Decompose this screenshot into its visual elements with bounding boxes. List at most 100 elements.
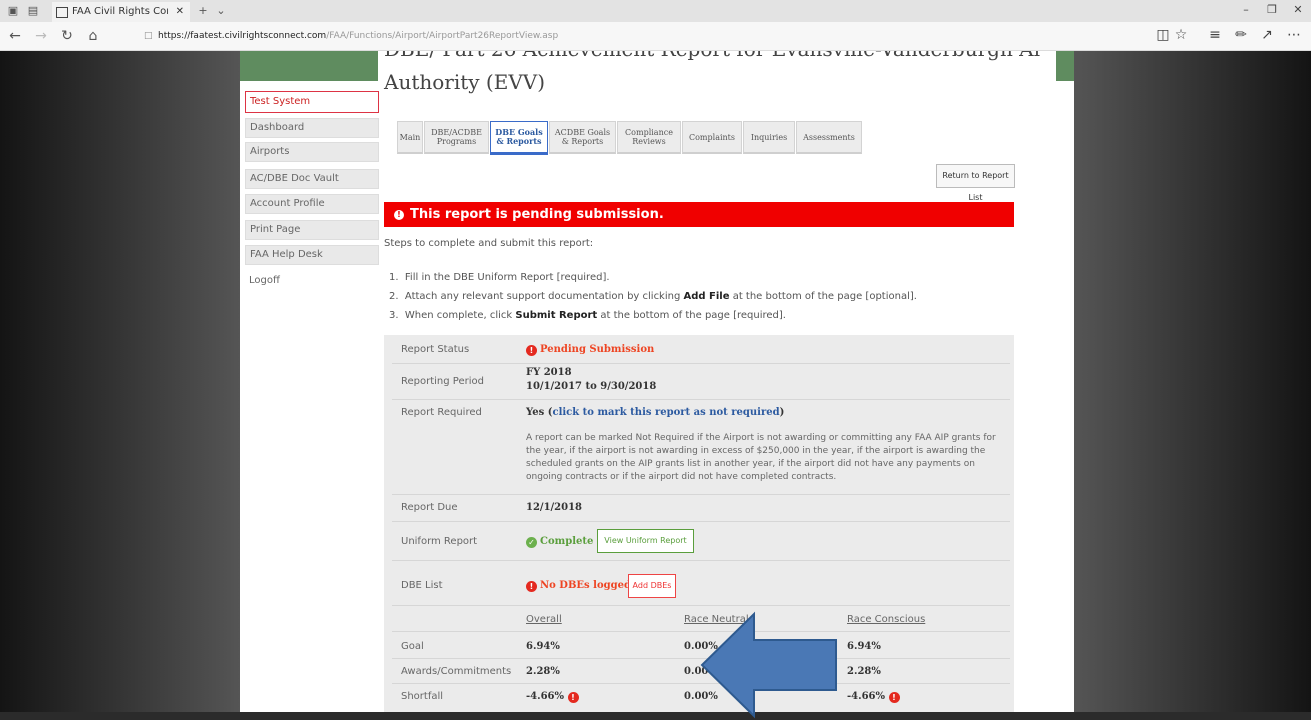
divider	[392, 399, 1010, 400]
tab-actions-icon[interactable]: ▣	[6, 4, 20, 18]
mark-not-required-link[interactable]: click to mark this report as not require…	[552, 407, 779, 418]
tab-label-2: Programs	[436, 137, 477, 146]
awards-race-conscious: 2.28%	[847, 666, 881, 677]
tab-preview-icon[interactable]: ▤	[26, 4, 40, 18]
close-window-icon[interactable]: ✕	[1288, 3, 1308, 16]
not-required-note: A report can be marked Not Required if t…	[526, 433, 996, 482]
divider	[392, 363, 1010, 364]
reporting-period-range: 10/1/2017 to 9/30/2018	[526, 381, 657, 392]
uniform-report-status: ✓Complete >	[526, 536, 605, 548]
menu-dashboard[interactable]: Dashboard	[245, 118, 379, 138]
star-icon[interactable]: ☆	[1172, 27, 1190, 43]
tab-label: Inquiries	[750, 132, 788, 142]
step-1: 1. Fill in the DBE Uniform Report [requi…	[389, 272, 610, 283]
browser-tab-bar: ▣ ▤ FAA Civil Rights Connec ✕ + ⌄ – ❐ ✕	[0, 0, 1311, 22]
tab-inquiries[interactable]: Inquiries	[743, 121, 795, 154]
tab-dbe-goals-reports[interactable]: DBE Goals & Reports	[490, 121, 548, 155]
dbe-status-text: No DBEs logged	[540, 580, 631, 591]
new-tab-icon[interactable]: +	[196, 4, 210, 18]
reporting-period-label: Reporting Period	[401, 376, 484, 387]
refresh-icon[interactable]: ↻	[58, 28, 76, 44]
check-icon: ✓	[526, 537, 537, 548]
more-icon[interactable]: ⋯	[1285, 27, 1303, 43]
back-icon[interactable]: ←	[6, 28, 24, 44]
alert-icon: !	[888, 692, 900, 703]
menu-logoff[interactable]: Logoff	[245, 272, 377, 290]
divider	[392, 560, 1010, 561]
tab-compliance-reviews[interactable]: Compliance Reviews	[617, 121, 681, 154]
status-text: Pending Submission	[540, 344, 655, 355]
tab-label: Main	[399, 132, 421, 142]
step-number: 1.	[389, 272, 399, 283]
tab-label-2: Reviews	[632, 137, 666, 146]
divider	[392, 494, 1010, 495]
share-icon[interactable]: ↗	[1258, 27, 1276, 43]
alert-icon: !	[526, 581, 537, 592]
page-favicon-icon	[56, 7, 68, 18]
step-text: When complete, click	[404, 310, 516, 321]
divider	[392, 605, 1010, 606]
tab-dbe-acdbe-programs[interactable]: DBE/ACDBE Programs	[424, 121, 489, 154]
menu-help-desk[interactable]: FAA Help Desk	[245, 245, 379, 265]
report-due-value: 12/1/2018	[526, 502, 583, 513]
url-field[interactable]: □ https://faatest.civilrightsconnect.com/…	[144, 29, 844, 43]
add-dbes-button[interactable]: Add DBEs	[628, 574, 676, 598]
browser-tab[interactable]: FAA Civil Rights Connec ✕	[52, 2, 190, 22]
tab-label: ACDBE Goals	[554, 128, 611, 137]
uniform-status-text: Complete	[540, 536, 594, 547]
required-text: Yes (	[526, 407, 553, 418]
menu-print-page[interactable]: Print Page	[245, 220, 379, 240]
tab-main[interactable]: Main	[397, 121, 423, 154]
left-backdrop	[0, 51, 240, 712]
tab-complaints[interactable]: Complaints	[682, 121, 742, 154]
report-due-label: Report Due	[401, 502, 458, 513]
alert-icon: !	[394, 210, 404, 220]
close-tab-icon[interactable]: ✕	[176, 2, 184, 22]
step-text: Fill in the DBE Uniform Report [required…	[404, 272, 610, 283]
uniform-report-label: Uniform Report	[401, 536, 478, 547]
menu-test-system[interactable]: Test System	[245, 91, 379, 113]
menu-doc-vault[interactable]: AC/DBE Doc Vault	[245, 169, 379, 189]
step-2: 2. Attach any relevant support documenta…	[389, 291, 917, 302]
tab-label-2: & Reports	[561, 137, 604, 146]
tab-list-chevron-icon[interactable]: ⌄	[214, 4, 228, 18]
alert-icon: !	[567, 692, 579, 703]
url-host: https://faatest.civilrightsconnect.com	[158, 31, 327, 41]
pending-alert-banner: ! This report is pending submission.	[384, 202, 1014, 227]
dbe-list-label: DBE List	[401, 580, 443, 591]
minimize-icon[interactable]: –	[1236, 3, 1256, 16]
row-label-awards: Awards/Commitments	[401, 666, 512, 677]
step-number: 3.	[389, 310, 399, 321]
required-close: )	[779, 407, 785, 418]
shortfall-overall-value: -4.66%	[526, 691, 565, 702]
arrow-pointer-icon	[700, 611, 837, 719]
tab-assessments[interactable]: Assessments	[796, 121, 862, 154]
step-3: 3. When complete, click Submit Report at…	[389, 310, 786, 321]
view-uniform-report-button[interactable]: View Uniform Report	[597, 529, 694, 553]
forward-icon[interactable]: →	[32, 28, 50, 44]
reading-view-icon[interactable]: ◫	[1154, 27, 1172, 43]
step-text-end: at the bottom of the page [required].	[597, 310, 786, 321]
dbe-list-status: !No DBEs logged >	[526, 580, 643, 592]
step-text-end: at the bottom of the page [optional].	[729, 291, 917, 302]
restore-icon[interactable]: ❐	[1262, 3, 1282, 16]
home-icon[interactable]: ⌂	[84, 28, 102, 44]
url-path: /FAA/Functions/Airport/AirportPart26Repo…	[326, 31, 559, 41]
tab-acdbe-goals-reports[interactable]: ACDBE Goals & Reports	[549, 121, 616, 154]
goal-race-conscious: 6.94%	[847, 641, 881, 652]
return-to-report-list-button[interactable]: Return to Report List	[936, 164, 1015, 202]
shortfall-overall: -4.66% !	[526, 691, 582, 703]
menu-account-profile[interactable]: Account Profile	[245, 194, 379, 214]
goal-overall: 6.94%	[526, 641, 560, 652]
site-content: DBE/ Part 26 Achievement Report for Evan…	[240, 51, 1074, 712]
row-label-shortfall: Shortfall	[401, 691, 444, 702]
steps-intro: Steps to complete and submit this report…	[384, 238, 594, 249]
column-header-race-conscious: Race Conscious	[847, 614, 926, 625]
step-text: Attach any relevant support documentatio…	[404, 291, 684, 302]
favorites-hub-icon[interactable]: ≡	[1206, 27, 1224, 43]
step-bold: Submit Report	[515, 310, 598, 321]
notes-pen-icon[interactable]: ✏	[1232, 27, 1250, 43]
menu-airports[interactable]: Airports	[245, 142, 379, 162]
step-number: 2.	[389, 291, 399, 302]
tab-label: Compliance	[625, 128, 673, 137]
